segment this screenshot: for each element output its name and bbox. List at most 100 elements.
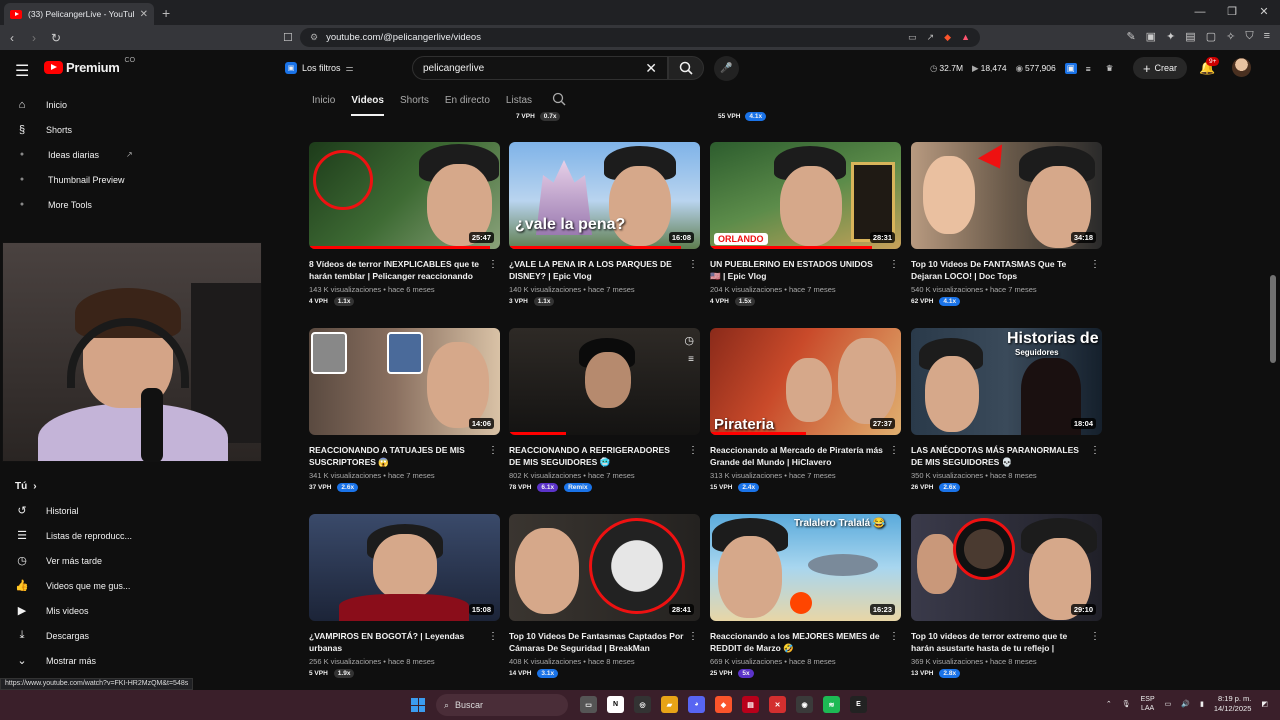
taskbar-search[interactable]: ⌕ Buscar	[436, 694, 568, 716]
sidebar-item-watch-later[interactable]: ◷ Ver más tarde	[0, 548, 150, 573]
video-title[interactable]: Reaccionando a los MEJORES MEMES de REDD…	[710, 630, 885, 654]
browser-tab[interactable]: (33) PelicangerLive - YouTube ✕	[4, 3, 154, 25]
bookmark-icon[interactable]: ☐	[283, 31, 293, 44]
avatar[interactable]	[1232, 58, 1251, 77]
search-input[interactable]: pelicangerlive ✕	[412, 56, 668, 80]
sidebar-item-playlists[interactable]: ☰ Listas de reproducc...	[0, 523, 150, 548]
wallet-icon[interactable]: ▢	[1206, 30, 1216, 43]
video-title[interactable]: ¿VAMPIROS EN BOGOTÁ? | Leyendas urbanas	[309, 630, 484, 654]
video-thumbnail[interactable]: 25:47	[309, 142, 500, 249]
discord-icon[interactable]: ◕	[688, 696, 705, 713]
trophy-icon[interactable]: ♛	[1106, 63, 1114, 74]
video-card[interactable]: ¿vale la pena? 16:08 ¿VALE LA PENA IR A …	[509, 142, 700, 306]
sidebar-item-liked-videos[interactable]: 👍 Videos que me gus...	[0, 573, 150, 598]
video-thumbnail[interactable]: 28:41	[509, 514, 700, 621]
filters-button[interactable]: ▣ Los filtros ⚌	[285, 58, 354, 78]
video-thumbnail[interactable]: ORLANDO 28:31	[710, 142, 901, 249]
video-title[interactable]: UN PUEBLERINO EN ESTADOS UNIDOS 🇺🇸 | Epi…	[710, 258, 885, 282]
battery-icon[interactable]: ▮	[1200, 700, 1204, 708]
video-card[interactable]: 34:18 Top 10 Videos De FANTASMAS Que Te …	[911, 142, 1102, 306]
video-title[interactable]: REACCIONANDO A TATUAJES DE MIS SUSCRIPTO…	[309, 444, 484, 468]
back-icon[interactable]: ‹	[2, 31, 22, 45]
language-indicator[interactable]: ESP LAA	[1141, 695, 1155, 713]
clear-search-icon[interactable]: ✕	[645, 60, 657, 77]
brave-shield-icon[interactable]: ◆	[944, 32, 951, 43]
sidebar-item-downloads[interactable]: ⤓ Descargas	[0, 623, 150, 648]
video-thumbnail[interactable]: 29:10	[911, 514, 1102, 621]
task-view-icon[interactable]: ▭	[580, 696, 597, 713]
notifications-button[interactable]: 🔔 9+	[1199, 57, 1220, 76]
tab-videos[interactable]: Videos	[351, 92, 384, 116]
close-window-icon[interactable]: ✕	[1248, 0, 1280, 25]
sidebar-icon[interactable]: ▤	[1185, 30, 1195, 43]
mic-tray-icon[interactable]: 🎙	[1122, 700, 1131, 708]
extension-badge-icon[interactable]: ▣	[1064, 63, 1077, 74]
vpn-icon[interactable]: ⛉	[1245, 30, 1253, 43]
sidebar-you-header[interactable]: Tú ›	[0, 474, 150, 498]
video-thumbnail[interactable]: Tralalero Tralalá 😂 16:23	[710, 514, 901, 621]
watch-later-icon[interactable]: ◷	[684, 334, 694, 347]
more-options-icon[interactable]: ⋮	[1090, 445, 1100, 456]
video-title[interactable]: Top 10 Videos De Fantasmas Captados Por …	[509, 630, 684, 654]
extension-icon[interactable]: ✎	[1126, 30, 1135, 43]
video-title[interactable]: Reaccionando al Mercado de Piratería más…	[710, 444, 885, 468]
video-card[interactable]: Pirateria 27:37 Reaccionando al Mercado …	[710, 328, 901, 492]
address-bar[interactable]: ⚙ youtube.com/@pelicangerlive/videos ▭ ↗…	[300, 28, 980, 47]
browser-menu-icon[interactable]: ≡	[1264, 30, 1270, 43]
tab-en-directo[interactable]: En directo	[445, 92, 490, 116]
video-thumbnail[interactable]: Historias de Seguidores 18:04	[911, 328, 1102, 435]
page-scrollbar[interactable]	[1270, 275, 1276, 363]
video-title[interactable]: 8 Vídeos de terror INEXPLICABLES que te …	[309, 258, 484, 282]
voice-search-button[interactable]: 🎤	[714, 56, 739, 81]
sidebar-item-my-videos[interactable]: ▶ Mis videos	[0, 598, 150, 623]
video-card[interactable]: ORLANDO 28:31 UN PUEBLERINO EN ESTADOS U…	[710, 142, 901, 306]
minimize-icon[interactable]: —	[1184, 0, 1216, 25]
sidebar-item-thumbnail-preview[interactable]: ● Thumbnail Preview	[0, 167, 150, 192]
search-button[interactable]	[668, 56, 704, 80]
video-title[interactable]: REACCIONANDO A REFRIGERADORES DE MIS SEG…	[509, 444, 684, 468]
more-options-icon[interactable]: ⋮	[488, 259, 498, 270]
add-to-queue-icon[interactable]: ≡	[688, 354, 694, 365]
x-app-icon[interactable]: ✕	[769, 696, 786, 713]
clock[interactable]: 8:19 p. m. 14/12/2025	[1214, 694, 1252, 714]
video-thumbnail[interactable]: ◷ ≡	[509, 328, 700, 435]
notion-icon[interactable]: N	[607, 696, 624, 713]
video-card[interactable]: Tralalero Tralalá 😂 16:23 Reaccionando a…	[710, 514, 901, 678]
obs-icon[interactable]: ◉	[796, 696, 813, 713]
puzzle-icon[interactable]: ✦	[1166, 30, 1175, 43]
youtube-premium-logo[interactable]: Premium CO	[44, 57, 135, 75]
video-card[interactable]: Historias de Seguidores 18:04 LAS ANÉCDO…	[911, 328, 1102, 492]
list-icon[interactable]: ≡	[1086, 64, 1091, 74]
video-card[interactable]: 29:10 Top 10 videos de terror extremo qu…	[911, 514, 1102, 678]
tab-inicio[interactable]: Inicio	[312, 92, 335, 116]
speaker-icon[interactable]: 🔊	[1181, 700, 1190, 708]
video-card[interactable]: 25:47 8 Vídeos de terror INEXPLICABLES q…	[309, 142, 500, 306]
share-icon[interactable]: ↗	[927, 32, 935, 43]
file-explorer-icon[interactable]: ▰	[661, 696, 678, 713]
video-thumbnail[interactable]: 15:08	[309, 514, 500, 621]
new-tab-button[interactable]: +	[162, 5, 170, 21]
spotify-icon[interactable]: ≋	[823, 696, 840, 713]
video-card[interactable]: 15:08 ¿VAMPIROS EN BOGOTÁ? | Leyendas ur…	[309, 514, 500, 678]
tray-chevron-icon[interactable]: ⌃	[1106, 700, 1112, 708]
brave-rewards-icon[interactable]: ▲	[961, 32, 970, 43]
create-button[interactable]: + Crear	[1133, 57, 1187, 79]
sidebar-item-more-tools[interactable]: ● More Tools	[0, 192, 150, 217]
forward-icon[interactable]: ›	[24, 31, 44, 45]
sidebar-item-ideas-diarias[interactable]: ● Ideas diarias ↗	[0, 142, 150, 167]
video-card[interactable]: 28:41 Top 10 Videos De Fantasmas Captado…	[509, 514, 700, 678]
cast-icon[interactable]: ▭	[908, 32, 917, 43]
notification-center-icon[interactable]: ◩	[1261, 700, 1268, 708]
app-icon[interactable]: ▤	[742, 696, 759, 713]
video-title[interactable]: Top 10 Videos De FANTASMAS Que Te Dejara…	[911, 258, 1086, 282]
video-title[interactable]: LAS ANÉCDOTAS MÁS PARANORMALES DE MIS SE…	[911, 444, 1086, 468]
tab-shorts[interactable]: Shorts	[400, 92, 429, 116]
video-thumbnail[interactable]: 34:18	[911, 142, 1102, 249]
more-options-icon[interactable]: ⋮	[1090, 259, 1100, 270]
sidebar-item-show-more[interactable]: ⌄ Mostrar más	[0, 648, 150, 673]
more-options-icon[interactable]: ⋮	[688, 631, 698, 642]
site-info-icon[interactable]: ⚙	[310, 32, 318, 43]
screenshot-icon[interactable]: ▣	[1146, 30, 1156, 43]
reload-icon[interactable]: ↻	[46, 31, 66, 45]
tab-close-icon[interactable]: ✕	[140, 9, 148, 20]
